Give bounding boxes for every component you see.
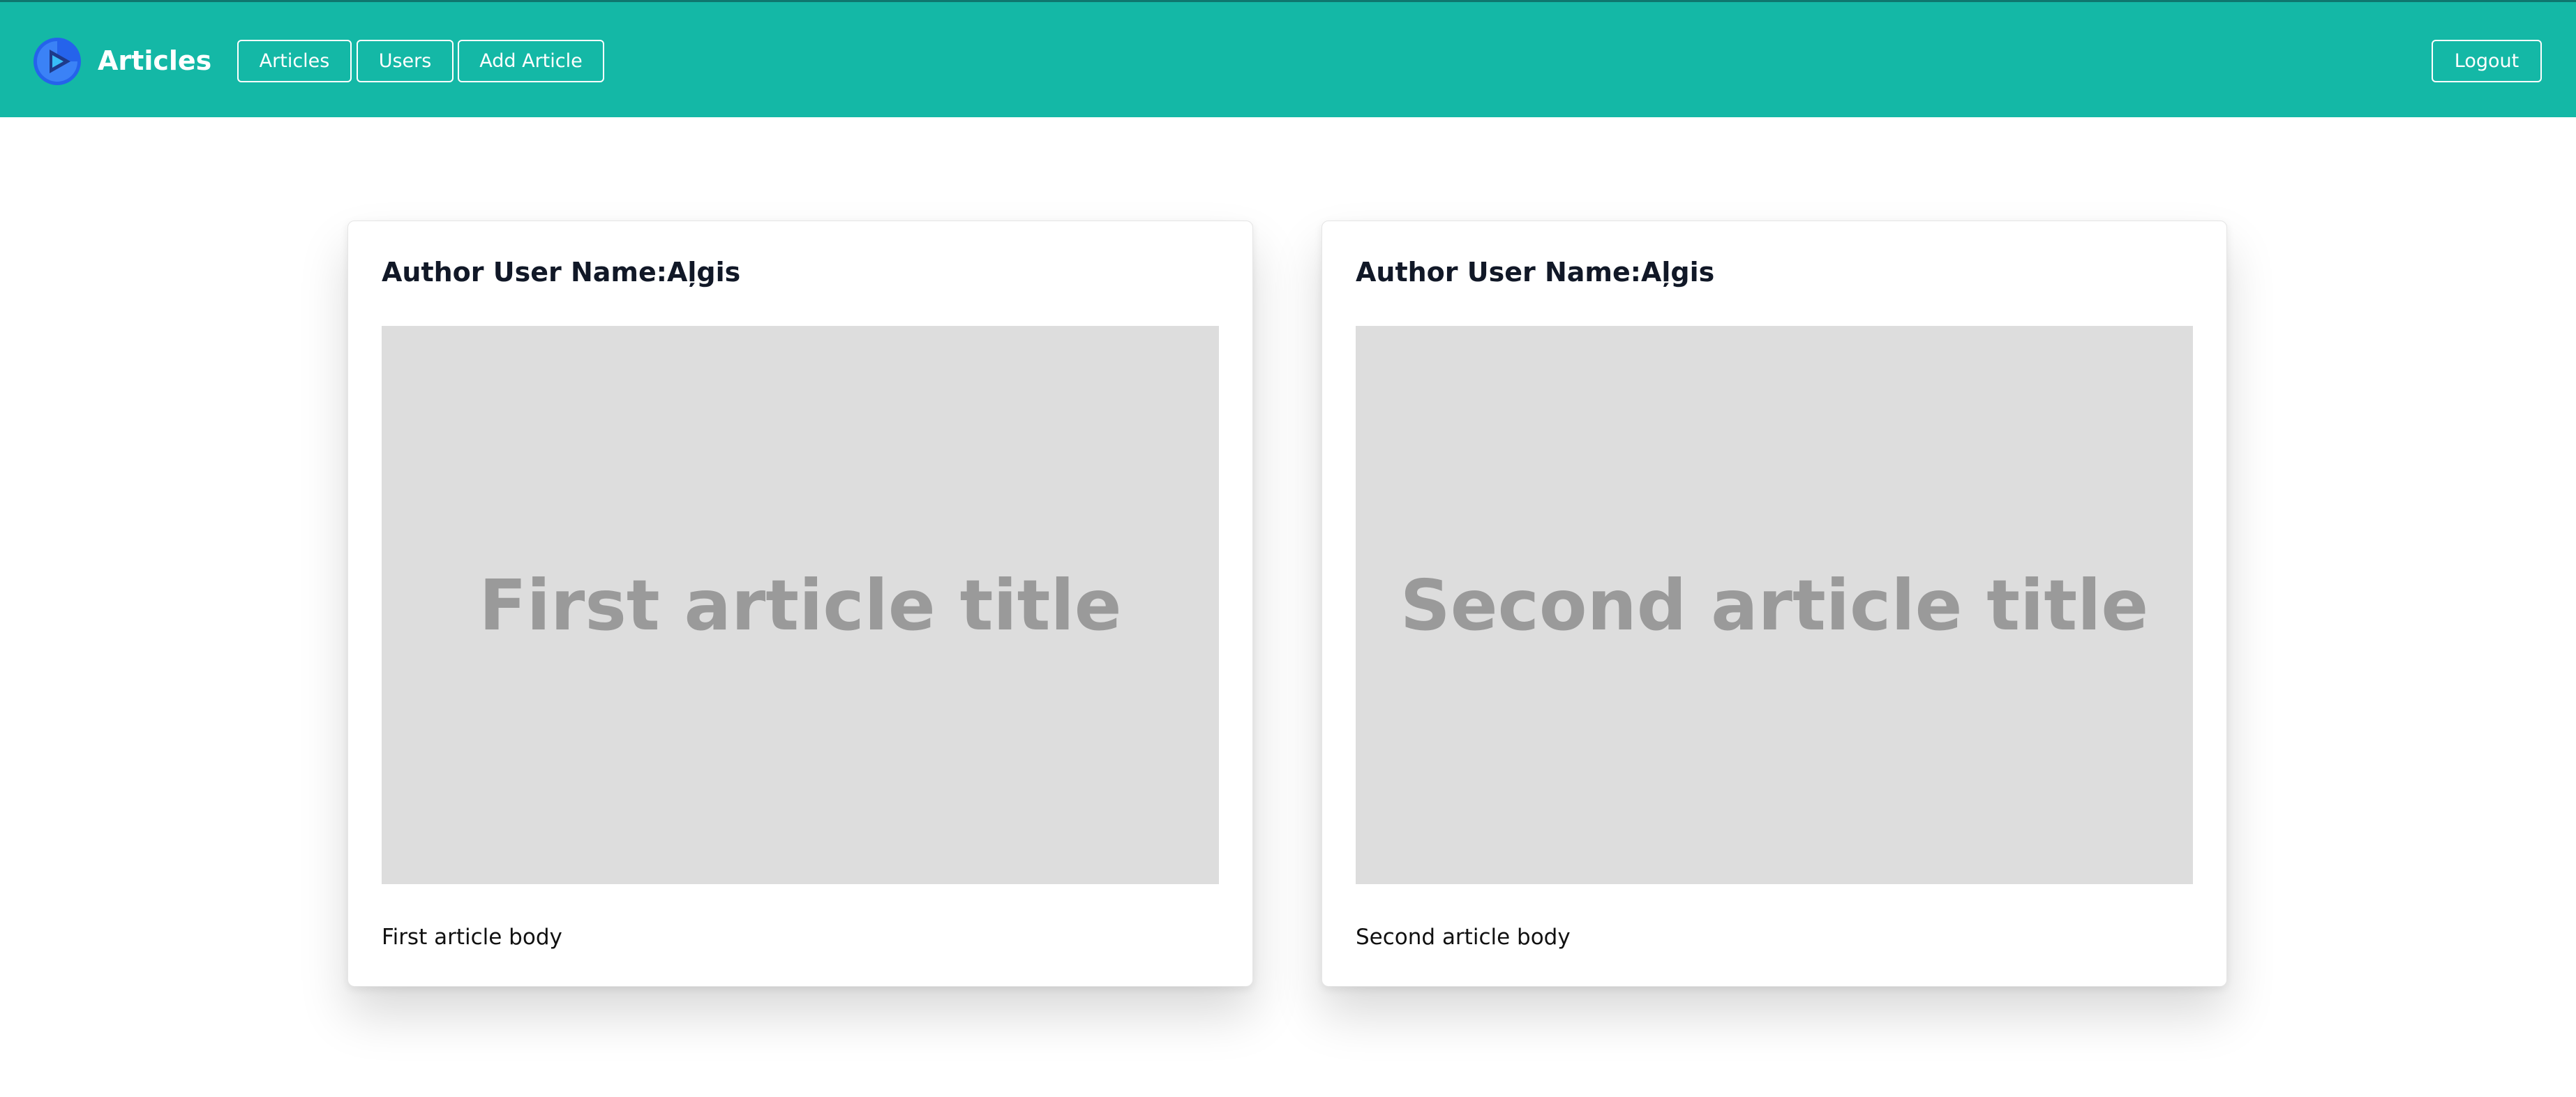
play-logo-icon[interactable] — [33, 37, 82, 86]
nav-add-article-button[interactable]: Add Article — [458, 40, 604, 82]
article-image-title: First article title — [479, 564, 1122, 646]
article-image: Second article title — [1356, 326, 2193, 884]
article-body: Second article body — [1356, 925, 1571, 950]
logout-button[interactable]: Logout — [2432, 40, 2542, 82]
nav-users-button[interactable]: Users — [357, 40, 454, 82]
article-body: First article body — [382, 925, 562, 950]
article-card: Author User Name:Aļgis Second article ti… — [1321, 221, 2227, 987]
article-author: Author User Name:Aļgis — [382, 257, 741, 288]
article-image: First article title — [382, 326, 1219, 884]
brand-title[interactable]: Articles — [98, 41, 211, 80]
navbar: Articles Articles Users Add Article Logo… — [0, 0, 2576, 117]
article-image-title: Second article title — [1400, 564, 2149, 646]
article-card: Author User Name:Aļgis First article tit… — [347, 221, 1253, 987]
nav-articles-button[interactable]: Articles — [237, 40, 352, 82]
article-author: Author User Name:Aļgis — [1356, 257, 1715, 288]
